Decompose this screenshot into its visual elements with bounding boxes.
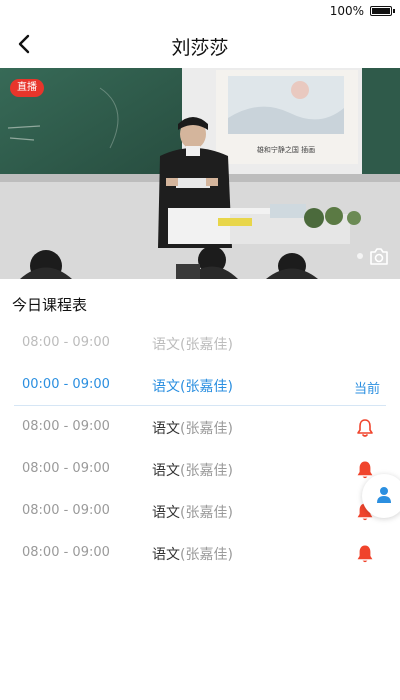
classroom-video-frame: 雄和宁静之国 插画: [0, 68, 400, 279]
lesson-course: 语文(张嘉佳): [152, 334, 233, 354]
lesson-time: 08:00 - 09:00: [22, 503, 110, 518]
lesson-course: 语文(张嘉佳): [152, 544, 233, 564]
live-video-player[interactable]: 雄和宁静之国 插画 直播: [0, 68, 400, 279]
schedule-row[interactable]: 08:00 - 09:00 语文(张嘉佳): [0, 534, 400, 574]
svg-text:雄和宁静之国 插画: 雄和宁静之国 插画: [257, 145, 315, 154]
lesson-course: 语文(张嘉佳): [152, 376, 233, 396]
bell-outline-icon[interactable]: [356, 418, 374, 438]
lesson-time: 08:00 - 09:00: [22, 419, 110, 434]
lesson-teacher: (张嘉佳): [180, 379, 233, 395]
lesson-subject: 语文: [152, 421, 180, 437]
lesson-course: 语文(张嘉佳): [152, 418, 233, 438]
lesson-subject: 语文: [152, 463, 180, 479]
lesson-teacher: (张嘉佳): [180, 505, 233, 521]
lesson-subject: 语文: [152, 379, 180, 395]
lesson-teacher: (张嘉佳): [180, 337, 233, 353]
bell-icon[interactable]: [356, 544, 374, 564]
schedule-row[interactable]: 08:00 - 09:00 语文(张嘉佳): [0, 324, 400, 364]
lesson-time: 08:00 - 09:00: [22, 335, 110, 350]
status-bar: 100%: [0, 0, 400, 22]
battery-icon: [370, 6, 395, 16]
lesson-teacher: (张嘉佳): [180, 421, 233, 437]
live-badge: 直播: [10, 79, 44, 97]
lesson-time: 08:00 - 09:00: [22, 545, 110, 560]
schedule-title: 今日课程表: [12, 296, 88, 314]
screenshot-button[interactable]: [368, 247, 390, 267]
lesson-subject: 语文: [152, 505, 180, 521]
lesson-course: 语文(张嘉佳): [152, 502, 233, 522]
schedule-row[interactable]: 08:00 - 09:00 语文(张嘉佳): [0, 408, 400, 448]
battery-percentage: 100%: [329, 4, 364, 18]
lesson-subject: 语文: [152, 547, 180, 563]
schedule-row-current[interactable]: 00:00 - 09:00 语文(张嘉佳) 当前: [0, 366, 400, 406]
lesson-teacher: (张嘉佳): [180, 463, 233, 479]
lesson-subject: 语文: [152, 337, 180, 353]
navigation-bar: 刘莎莎: [0, 22, 400, 66]
schedule-row[interactable]: 08:00 - 09:00 语文(张嘉佳): [0, 492, 400, 532]
current-status-label: 当前: [354, 382, 381, 397]
schedule-row[interactable]: 08:00 - 09:00 语文(张嘉佳): [0, 450, 400, 490]
lesson-course: 语文(张嘉佳): [152, 460, 233, 480]
camera-icon: [370, 248, 388, 265]
lesson-teacher: (张嘉佳): [180, 547, 233, 563]
lesson-time: 00:00 - 09:00: [22, 377, 110, 392]
page-title: 刘莎莎: [171, 37, 229, 59]
lesson-time: 08:00 - 09:00: [22, 461, 110, 476]
current-row-divider: [14, 405, 386, 406]
floating-contact-button[interactable]: [362, 474, 400, 518]
user-icon: [377, 487, 391, 503]
